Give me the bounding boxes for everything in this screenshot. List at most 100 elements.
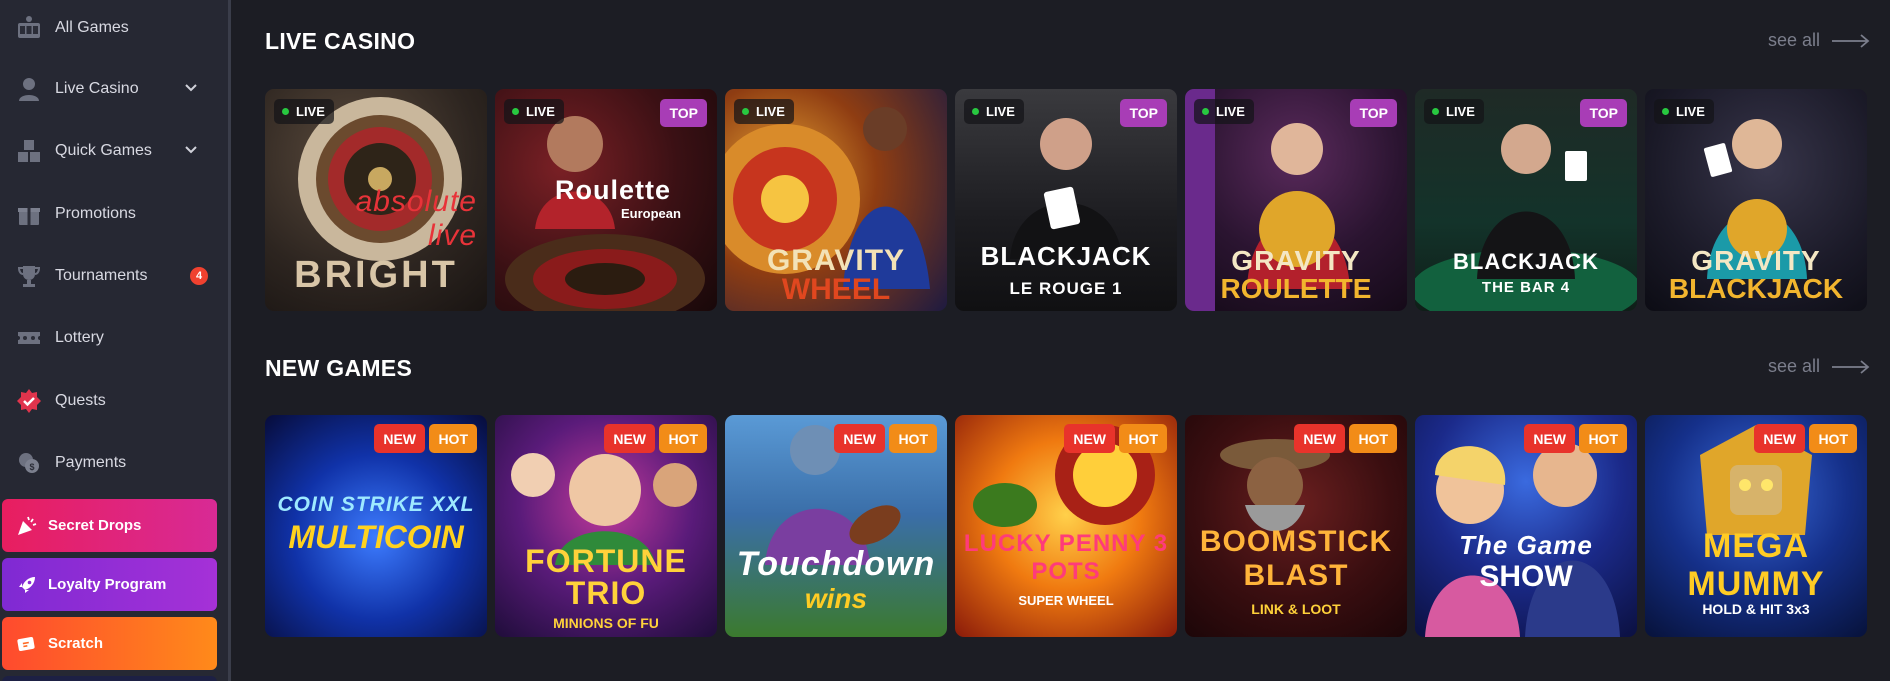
sidebar-item-label: Quests [55, 392, 106, 409]
game-title: BLACKJACK [980, 241, 1152, 271]
game-card-gravity-blackjack[interactable]: GRAVITY BLACKJACK LIVE [1645, 89, 1867, 311]
arrow-right-icon [1832, 33, 1870, 48]
new-badge: NEW [1754, 424, 1805, 453]
see-all-new-games-link[interactable]: see all [1768, 356, 1870, 377]
sidebar-item-lottery[interactable]: Lottery [0, 310, 228, 366]
game-card-coin-strike-xxl[interactable]: COIN STRIKE XXL MULTICOIN NEW HOT [265, 415, 487, 637]
quest-badge-icon [14, 386, 44, 416]
game-card-lucky-penny-3-pots[interactable]: LUCKY PENNY 3 POTS SUPER WHEEL NEW HOT [955, 415, 1177, 637]
sidebar-item-label: All Games [55, 19, 129, 36]
game-title: The Game [1459, 530, 1593, 560]
live-dot-icon [1202, 108, 1209, 115]
live-dot-icon [742, 108, 749, 115]
game-card-boomstick-blast[interactable]: BOOMSTICK BLAST LINK & LOOT NEW HOT [1185, 415, 1407, 637]
hot-badge: HOT [1349, 424, 1397, 453]
svg-text:$: $ [29, 462, 34, 472]
live-badge: LIVE [734, 99, 794, 124]
sidebar-item-label: Live Casino [55, 80, 139, 97]
slot-machine-icon [14, 13, 44, 43]
hot-badge: HOT [889, 424, 937, 453]
chevron-down-icon[interactable] [184, 81, 198, 100]
sidebar-item-label: Payments [55, 454, 127, 471]
top-badge: TOP [1580, 99, 1627, 127]
game-card-the-game-show[interactable]: The Game SHOW NEW HOT [1415, 415, 1637, 637]
live-dot-icon [1432, 108, 1439, 115]
live-dot-icon [972, 108, 979, 115]
game-title: MEGA MUMMY [1687, 527, 1825, 603]
sidebar-next-item-peek [2, 676, 217, 681]
sidebar-item-quick-games[interactable]: Quick Games [0, 123, 228, 179]
sidebar-item-all-games[interactable]: All Games [0, 0, 228, 56]
hot-badge: HOT [429, 424, 477, 453]
dealer-icon [14, 74, 44, 104]
game-title: BRIGHT [294, 254, 458, 296]
live-label: LIVE [1216, 104, 1245, 119]
live-badge: LIVE [1194, 99, 1254, 124]
game-card-blackjack-the-bar-4[interactable]: BLACKJACK THE BAR 4 LIVE TOP [1415, 89, 1637, 311]
game-subtitle: wins [804, 583, 868, 614]
loyalty-program-button[interactable]: Loyalty Program [2, 558, 217, 611]
live-label: LIVE [1676, 104, 1705, 119]
hot-badge: HOT [1809, 424, 1857, 453]
live-casino-row: absolute live BRIGHT LIVE Roulette Europ… [265, 89, 1867, 311]
top-badge: TOP [1350, 99, 1397, 127]
live-dot-icon [282, 108, 289, 115]
game-card-gravity-wheel[interactable]: GRAVITY WHEEL LIVE [725, 89, 947, 311]
scratch-card-icon [14, 631, 40, 657]
see-all-label: see all [1767, 356, 1820, 376]
game-subtitle: LINK & LOOT [1251, 601, 1341, 617]
see-all-live-casino-link[interactable]: see all [1768, 30, 1870, 51]
section-title-live-casino: LIVE CASINO [265, 28, 416, 54]
live-label: LIVE [526, 104, 555, 119]
game-title: COIN STRIKE XXL [277, 493, 475, 516]
game-card-absolute-live-bright[interactable]: absolute live BRIGHT LIVE [265, 89, 487, 311]
sidebar: All Games Live Casino Quick Games Promot… [0, 0, 231, 681]
game-card-roulette-european[interactable]: Roulette European LIVE TOP [495, 89, 717, 311]
game-subtitle: SHOW [1479, 560, 1573, 593]
secret-drops-button[interactable]: Secret Drops [2, 499, 217, 552]
sidebar-item-promotions[interactable]: Promotions [0, 186, 228, 242]
sidebar-item-payments[interactable]: $ Payments [0, 435, 228, 491]
game-card-fortune-trio[interactable]: FORTUNE TRIO MINIONS OF FU NEW HOT [495, 415, 717, 637]
party-popper-icon [14, 513, 40, 539]
game-card-mega-mummy[interactable]: MEGA MUMMY HOLD & HIT 3x3 NEW HOT [1645, 415, 1867, 637]
hot-badge: HOT [659, 424, 707, 453]
game-subtitle: BLACKJACK [1668, 273, 1844, 304]
game-card-gravity-roulette[interactable]: GRAVITY ROULETTE LIVE TOP [1185, 89, 1407, 311]
sidebar-item-label: Promotions [55, 205, 136, 222]
new-badge: NEW [1064, 424, 1115, 453]
promo-label: Scratch [48, 635, 104, 652]
live-badge: LIVE [964, 99, 1024, 124]
game-card-blackjack-le-rouge-1[interactable]: BLACKJACK LE ROUGE 1 LIVE TOP [955, 89, 1177, 311]
blocks-icon [14, 136, 44, 166]
game-title: FORTUNE TRIO [525, 543, 687, 611]
chevron-down-icon[interactable] [184, 143, 198, 162]
sidebar-item-live-casino[interactable]: Live Casino [0, 61, 228, 117]
ticket-icon [14, 323, 44, 353]
sidebar-item-quests[interactable]: Quests [0, 373, 228, 429]
game-logo-text: absolute live [355, 185, 477, 252]
coins-icon: $ [14, 448, 44, 478]
top-badge: TOP [660, 99, 707, 127]
game-subtitle: HOLD & HIT 3x3 [1702, 601, 1810, 617]
hot-badge: HOT [1579, 424, 1627, 453]
game-subtitle: MINIONS OF FU [553, 615, 659, 631]
game-subtitle: SUPER WHEEL [1018, 593, 1114, 608]
live-badge: LIVE [504, 99, 564, 124]
sidebar-item-label: Tournaments [55, 267, 148, 284]
new-badge: NEW [1294, 424, 1345, 453]
top-badge: TOP [1120, 99, 1167, 127]
game-subtitle: European [621, 206, 681, 221]
live-dot-icon [512, 108, 519, 115]
game-title: Touchdown [736, 545, 936, 583]
game-subtitle: WHEEL [781, 273, 891, 306]
sidebar-item-tournaments[interactable]: Tournaments 4 [0, 248, 228, 304]
rocket-icon [14, 572, 40, 598]
new-badge: NEW [604, 424, 655, 453]
game-card-touchdown-wins[interactable]: Touchdown wins NEW HOT [725, 415, 947, 637]
game-title: Roulette [555, 175, 671, 205]
scratch-button[interactable]: Scratch [2, 617, 217, 670]
game-subtitle: MULTICOIN [288, 519, 464, 555]
new-badge: NEW [374, 424, 425, 453]
sidebar-item-label: Quick Games [55, 142, 152, 159]
